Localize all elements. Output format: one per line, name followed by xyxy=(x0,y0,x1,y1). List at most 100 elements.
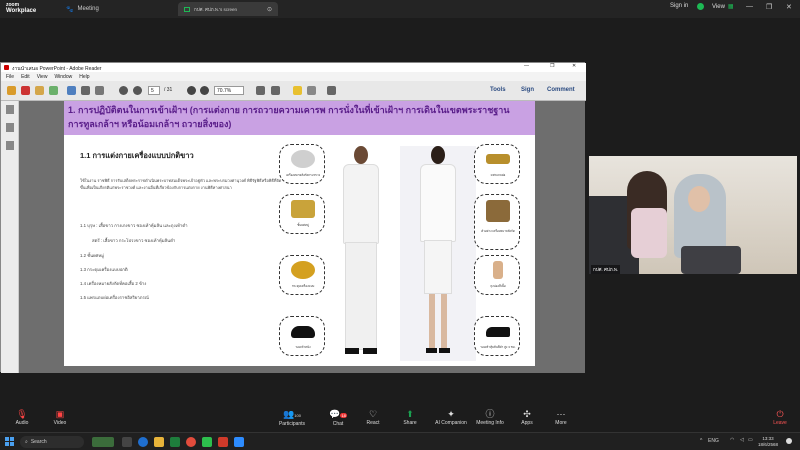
zoom-top-bar: zoom Workplace 🐾 Meeting กปศ. ศปภ.พ.'s s… xyxy=(0,0,800,18)
menu-view[interactable]: View xyxy=(37,74,48,80)
chat-badge: 18 xyxy=(340,413,347,418)
participant-name-tag: กปศ. ศปภ.พ. xyxy=(591,265,621,274)
print-icon[interactable] xyxy=(81,86,90,95)
slide-title: 1. การปฏิบัติตนในการเข้าเฝ้าฯ (การแต่งกา… xyxy=(68,105,510,129)
zoom-app-icon[interactable] xyxy=(234,437,244,447)
slide-subtitle: 1.1 การแต่งกายเครื่องแบบปกติขาว xyxy=(80,151,194,160)
collar-sample-icon xyxy=(486,200,510,222)
view-button[interactable]: View ▦ xyxy=(712,3,734,11)
share-icon: ⬆ xyxy=(406,409,414,419)
save-disk-icon[interactable] xyxy=(67,86,76,95)
chat-button[interactable]: 💬18 Chat xyxy=(318,409,358,427)
excel-icon[interactable] xyxy=(170,437,180,447)
zoom-out-icon[interactable] xyxy=(187,86,196,95)
participants-button[interactable]: 👥100 Participants xyxy=(272,409,312,427)
badge-stockings: ถุงน่องสีเนื้อ xyxy=(474,255,520,295)
tab-shared-screen[interactable]: กปศ. ศปภ.พ.'s screen ⊙ xyxy=(178,2,278,16)
video-button[interactable]: ▣ Video xyxy=(40,409,80,426)
badge-ribbon-bar: แพรแถบย่อ xyxy=(474,144,520,184)
mic-muted-icon: 🎙 xyxy=(16,409,28,419)
close-icon[interactable]: ✕ xyxy=(786,3,792,11)
page-number-input[interactable]: 5 xyxy=(148,86,160,95)
page-total: / 31 xyxy=(164,87,173,93)
taskbar-clock[interactable]: 13:33 18/6/2568 xyxy=(758,436,778,448)
fit-width-icon[interactable] xyxy=(271,86,280,95)
slide-paragraph: ใช้ในงาน ราชพิธี การรับเสด็จพระราชดำเนิน… xyxy=(80,178,282,190)
email-icon[interactable] xyxy=(95,86,104,95)
badge-rank: ชั้นยศหมู่ xyxy=(279,194,325,234)
reader-app-icon xyxy=(4,65,9,70)
garuda-button-icon xyxy=(291,261,315,279)
menu-help[interactable]: Help xyxy=(79,74,89,80)
ai-companion-button[interactable]: ✦ AI Companion xyxy=(430,409,472,426)
line-icon[interactable] xyxy=(202,437,212,447)
reader-minimize-icon[interactable]: — xyxy=(524,63,529,69)
language-indicator[interactable]: ENG xyxy=(708,438,719,444)
zoom-in-icon[interactable] xyxy=(200,86,209,95)
react-button[interactable]: ♡ React xyxy=(353,409,393,426)
menu-file[interactable]: File xyxy=(6,74,14,80)
search-icon: ⌕ xyxy=(25,439,28,445)
edit-icon[interactable] xyxy=(35,86,44,95)
taskbar-search[interactable]: ⌕ Search xyxy=(20,436,84,448)
sign-link[interactable]: Sign xyxy=(521,87,534,93)
audio-button[interactable]: 🎙 Audio xyxy=(2,409,42,426)
task-view-icon[interactable] xyxy=(122,437,132,447)
file-explorer-icon[interactable] xyxy=(154,437,164,447)
security-shield-icon[interactable] xyxy=(697,3,704,10)
participant-video[interactable]: กปศ. ศปภ.พ. xyxy=(589,156,797,274)
tab-options-icon[interactable]: ⊙ xyxy=(267,6,272,13)
thumbnails-icon[interactable] xyxy=(6,105,14,114)
list-item: 1.2 ชั้นยศหมู่ xyxy=(80,253,104,258)
meeting-info-button[interactable]: ⓘ Meeting Info xyxy=(470,409,510,426)
more-button[interactable]: ⋯ More xyxy=(541,409,581,426)
leave-button[interactable]: ⏻ Leave xyxy=(760,409,800,426)
sign-in-button[interactable]: Sign in xyxy=(670,3,688,9)
reader-sidebar xyxy=(1,101,19,373)
women-shoe-icon xyxy=(486,327,510,337)
reader-restore-icon[interactable]: ❐ xyxy=(550,63,554,69)
badge-shoes-women: รองเท้าหุ้มส้นสีดำ สูง 3 ซม. xyxy=(474,316,520,356)
tools-link[interactable]: Tools xyxy=(490,87,506,93)
zoom-workplace-logo: zoom Workplace xyxy=(6,2,37,14)
zoom-level-select[interactable]: 70.7% xyxy=(214,86,244,95)
share-button[interactable]: ⬆ Share xyxy=(390,409,430,426)
attachments-icon[interactable] xyxy=(6,141,14,150)
create-pdf-icon[interactable] xyxy=(21,86,30,95)
restore-icon[interactable]: ❐ xyxy=(766,3,772,11)
badge-collar-insignia: เครื่องหมายสังกัดกระทรวง xyxy=(279,144,325,184)
woman-uniform-figure xyxy=(400,146,476,361)
prev-page-icon[interactable] xyxy=(119,86,128,95)
chrome-icon[interactable] xyxy=(186,437,196,447)
menu-window[interactable]: Window xyxy=(54,74,72,80)
widgets-icon[interactable] xyxy=(92,437,114,447)
badge-collar-sample: ตัวอย่าง เครื่องหมายสังกัด xyxy=(474,194,520,250)
video-off-icon: ▣ xyxy=(55,409,65,419)
highlight-icon[interactable] xyxy=(307,86,316,95)
comment-icon[interactable] xyxy=(293,86,302,95)
menu-edit[interactable]: Edit xyxy=(21,74,30,80)
volume-icon[interactable]: ◁ xyxy=(740,437,744,443)
read-mode-icon[interactable] xyxy=(327,86,336,95)
notification-icon[interactable] xyxy=(786,438,792,444)
save-icon[interactable] xyxy=(49,86,58,95)
heart-icon: ♡ xyxy=(368,409,378,419)
minimize-icon[interactable]: — xyxy=(746,3,753,10)
men-shoe-icon xyxy=(291,326,315,338)
tray-chevron-icon[interactable]: ^ xyxy=(700,438,702,444)
open-icon[interactable] xyxy=(7,86,16,95)
windows-start-icon[interactable] xyxy=(5,437,15,447)
powerpoint-icon[interactable] xyxy=(218,437,228,447)
man-uniform-figure xyxy=(331,146,391,361)
bookmarks-icon[interactable] xyxy=(6,123,14,132)
battery-icon[interactable]: ▭ xyxy=(748,437,753,443)
next-page-icon[interactable] xyxy=(133,86,142,95)
laptop xyxy=(681,246,741,274)
fit-page-icon[interactable] xyxy=(256,86,265,95)
edge-icon[interactable] xyxy=(138,437,148,447)
meeting-icon: 🐾 xyxy=(66,6,74,13)
wifi-icon[interactable]: ◠ xyxy=(730,437,734,443)
tab-meeting[interactable]: 🐾 Meeting xyxy=(60,2,105,16)
reader-close-icon[interactable]: ✕ xyxy=(572,63,576,69)
comment-link[interactable]: Comment xyxy=(547,87,575,93)
